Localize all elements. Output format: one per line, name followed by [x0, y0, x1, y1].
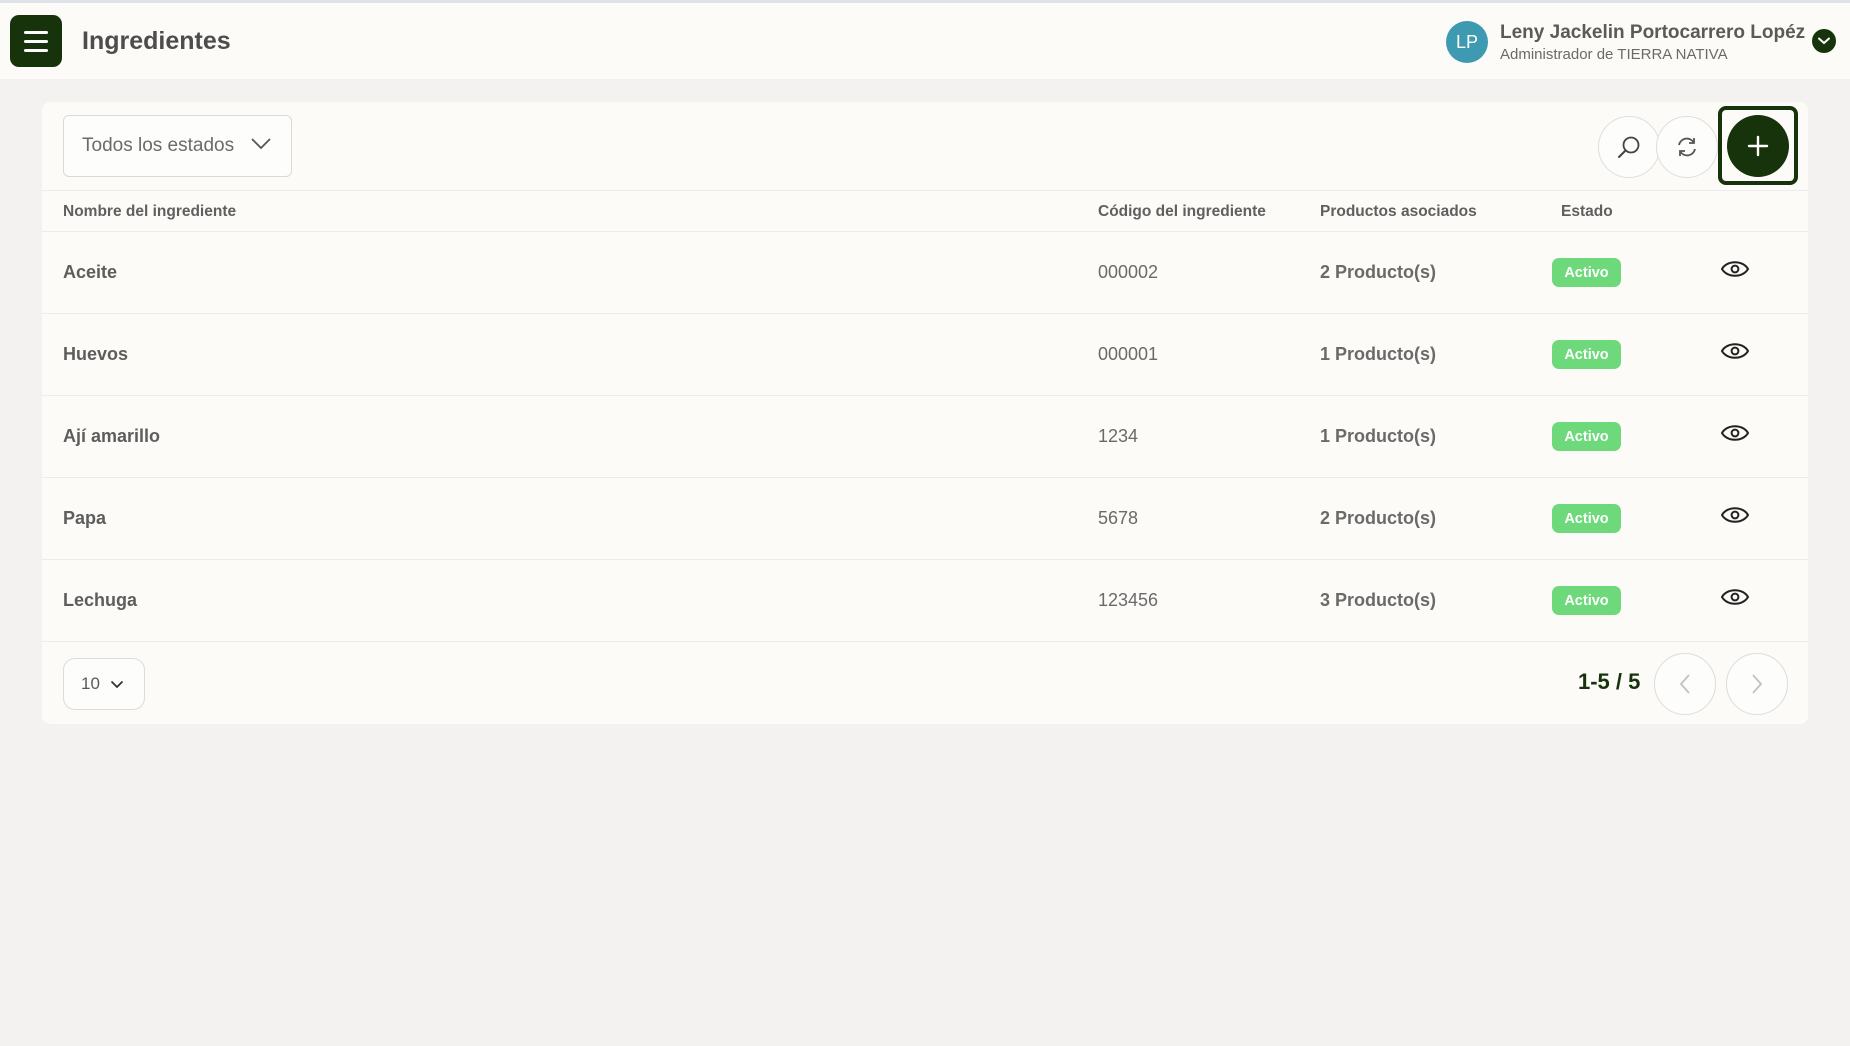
status-badge: Activo: [1552, 586, 1621, 615]
search-icon: [1618, 136, 1640, 158]
status-filter-select[interactable]: Todos los estados: [63, 115, 292, 177]
plus-icon: [1747, 135, 1769, 156]
next-page-button[interactable]: [1726, 653, 1788, 715]
ingredient-code: 000002: [1098, 262, 1159, 282]
table-row[interactable]: Papa 5678 2 Producto(s) Activo: [42, 478, 1808, 560]
add-button-focus-ring: [1718, 106, 1798, 185]
ingredient-code: 5678: [1098, 508, 1139, 528]
previous-page-button[interactable]: [1654, 653, 1716, 715]
eye-icon[interactable]: [1720, 422, 1750, 444]
associated-products: 3 Producto(s): [1320, 590, 1437, 610]
chevron-down-icon: [110, 680, 124, 688]
ingredient-name: Aceite: [63, 262, 118, 282]
ingredient-name: Ají amarillo: [63, 426, 161, 446]
app-header: Ingredientes LP Leny Jackelin Portocarre…: [0, 3, 1850, 79]
ingredients-card: Todos los estados Nombre del ingrediente…: [42, 102, 1808, 724]
hamburger-icon-line: [24, 48, 48, 52]
table-row[interactable]: Huevos 000001 1 Producto(s) Activo: [42, 314, 1808, 396]
associated-products: 1 Producto(s): [1320, 344, 1437, 364]
table-header: Nombre del ingrediente Código del ingred…: [42, 190, 1808, 232]
user-menu[interactable]: LP Leny Jackelin Portocarrero Lopéz Admi…: [1430, 3, 1850, 79]
page-title: Ingredientes: [82, 27, 231, 55]
table-row[interactable]: Aceite 000002 2 Producto(s) Activo: [42, 232, 1808, 314]
column-header-products[interactable]: Productos asociados: [1320, 203, 1477, 221]
column-header-code[interactable]: Código del ingrediente: [1098, 203, 1266, 221]
avatar: LP: [1446, 21, 1488, 63]
ingredient-code: 1234: [1098, 426, 1139, 446]
eye-icon[interactable]: [1720, 586, 1750, 608]
page-size-select[interactable]: 10: [63, 658, 145, 710]
status-badge: Activo: [1552, 504, 1621, 533]
column-header-name[interactable]: Nombre del ingrediente: [63, 203, 236, 221]
chevron-left-icon: [1679, 674, 1690, 694]
status-filter-label: Todos los estados: [82, 135, 235, 156]
chevron-right-icon: [1752, 674, 1763, 694]
add-ingredient-button[interactable]: [1727, 114, 1789, 177]
refresh-icon: [1678, 137, 1696, 157]
ingredient-name: Huevos: [63, 344, 129, 364]
eye-icon[interactable]: [1720, 340, 1750, 362]
associated-products: 1 Producto(s): [1320, 426, 1437, 446]
page-size-value: 10: [81, 674, 100, 693]
associated-products: 2 Producto(s): [1320, 508, 1437, 528]
refresh-button[interactable]: [1656, 116, 1718, 178]
status-badge: Activo: [1552, 340, 1621, 369]
associated-products: 2 Producto(s): [1320, 262, 1437, 282]
chevron-down-icon: [251, 138, 271, 150]
pagination-range: 1-5 / 5: [1578, 669, 1641, 694]
ingredient-name: Papa: [63, 508, 107, 528]
user-name: Leny Jackelin Portocarrero Lopéz: [1500, 22, 1806, 43]
ingredient-code: 123456: [1098, 590, 1159, 610]
eye-icon[interactable]: [1720, 258, 1750, 280]
ingredient-name: Lechuga: [63, 590, 138, 610]
ingredient-code: 000001: [1098, 344, 1159, 364]
hamburger-icon-line: [24, 39, 48, 43]
user-role: Administrador de TIERRA NATIVA: [1500, 46, 1728, 63]
search-button[interactable]: [1598, 116, 1660, 178]
status-badge: Activo: [1552, 258, 1621, 287]
status-badge: Activo: [1552, 422, 1621, 451]
hamburger-icon-line: [24, 30, 48, 34]
chevron-down-icon[interactable]: [1812, 29, 1836, 53]
table-row[interactable]: Ají amarillo 1234 1 Producto(s) Activo: [42, 396, 1808, 478]
menu-button[interactable]: [10, 15, 62, 67]
eye-icon[interactable]: [1720, 504, 1750, 526]
table-row[interactable]: Lechuga 123456 3 Producto(s) Activo: [42, 560, 1808, 642]
column-header-status[interactable]: Estado: [1561, 203, 1613, 221]
